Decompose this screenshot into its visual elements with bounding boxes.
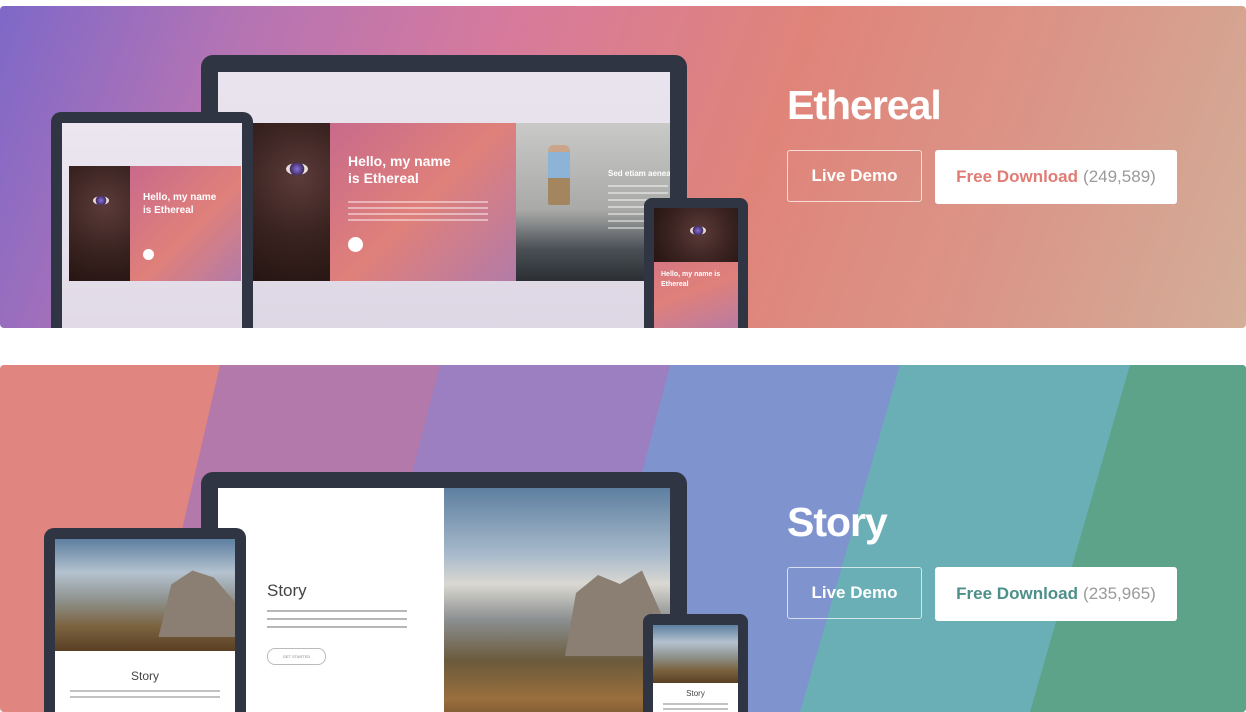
phone-landscape-image bbox=[653, 625, 738, 683]
download-label: Free Download bbox=[956, 167, 1079, 186]
tablet-next-icon bbox=[143, 249, 154, 260]
theme-title: Story bbox=[787, 499, 888, 545]
phone-eye-icon bbox=[690, 226, 706, 235]
tablet-mockup: Hello, my name is Ethereal bbox=[51, 112, 253, 328]
download-count: (235,965) bbox=[1083, 584, 1156, 603]
phone-headline: Hello, my name is Ethereal bbox=[661, 270, 720, 290]
laptop-screen: Hello, my name is Ethereal Sed etiam aen… bbox=[218, 72, 670, 328]
theme-title: Ethereal bbox=[787, 82, 942, 128]
tablet-headline: Hello, my name is Ethereal bbox=[143, 191, 216, 217]
eye-icon bbox=[286, 163, 308, 175]
preview-landscape-image bbox=[444, 488, 670, 712]
phone-mockup: Story bbox=[643, 614, 748, 712]
preview-headline: Hello, my name is Ethereal bbox=[348, 153, 451, 187]
theme-info-story: Story Live Demo Free Download (235,965) bbox=[787, 499, 1177, 621]
button-row: Live Demo Free Download (235,965) bbox=[787, 567, 1177, 621]
button-row: Live Demo Free Download (249,589) bbox=[787, 150, 1177, 204]
tablet-screen: Story bbox=[55, 539, 235, 712]
preview-text-lines bbox=[348, 201, 488, 225]
tablet-cliff-shape bbox=[158, 570, 235, 637]
free-download-button[interactable]: Free Download (249,589) bbox=[935, 150, 1177, 204]
preview-side-heading: Sed etiam aenea bbox=[608, 169, 670, 178]
phone-face-image bbox=[654, 208, 738, 262]
preview-headline-line2: is Ethereal bbox=[348, 170, 419, 186]
tablet-eye-icon bbox=[93, 196, 109, 205]
download-count: (249,589) bbox=[1083, 167, 1156, 186]
tablet-face-image bbox=[69, 166, 130, 281]
free-download-button[interactable]: Free Download (235,965) bbox=[935, 567, 1177, 621]
phone-body-text bbox=[663, 703, 728, 712]
download-label: Free Download bbox=[956, 584, 1079, 603]
phone-headline-line1: Hello, my name is bbox=[661, 271, 721, 278]
phone-mockup: Hello, my name is Ethereal bbox=[644, 198, 748, 328]
phone-heading: Story bbox=[686, 689, 705, 698]
theme-card-story: Story GET STARTED Story Story Story Live… bbox=[0, 365, 1246, 712]
tablet-headline-line2: is Ethereal bbox=[143, 205, 194, 216]
preview-next-icon bbox=[348, 237, 363, 252]
tablet-landscape-image bbox=[55, 539, 235, 651]
theme-card-ethereal: Hello, my name is Ethereal Sed etiam aen… bbox=[0, 6, 1246, 328]
live-demo-button[interactable]: Live Demo bbox=[787, 150, 922, 202]
preview-hero-panel: Hello, my name is Ethereal bbox=[330, 123, 516, 281]
preview-face-image bbox=[252, 123, 330, 281]
preview-heading: Story bbox=[267, 581, 307, 600]
get-started-button: GET STARTED bbox=[267, 648, 326, 665]
tablet-body-text bbox=[70, 690, 220, 702]
laptop-mockup: Story GET STARTED bbox=[201, 472, 687, 712]
tablet-screen: Hello, my name is Ethereal bbox=[62, 123, 242, 328]
tablet-mockup: Story bbox=[44, 528, 246, 712]
tablet-heading: Story bbox=[130, 669, 159, 683]
laptop-screen: Story GET STARTED bbox=[218, 488, 670, 712]
tablet-headline-line1: Hello, my name bbox=[143, 192, 217, 203]
laptop-mockup: Hello, my name is Ethereal Sed etiam aen… bbox=[201, 55, 687, 328]
preview-text-panel: Story GET STARTED bbox=[218, 488, 444, 712]
tablet-hero-panel: Hello, my name is Ethereal bbox=[130, 166, 241, 281]
preview-body-text bbox=[267, 610, 407, 634]
phone-screen: Hello, my name is Ethereal bbox=[654, 208, 738, 328]
get-started-label: GET STARTED bbox=[282, 654, 311, 659]
live-demo-button[interactable]: Live Demo bbox=[787, 567, 922, 619]
theme-info-ethereal: Ethereal Live Demo Free Download (249,58… bbox=[787, 82, 1177, 204]
phone-screen: Story bbox=[653, 625, 738, 712]
preview-headline-line1: Hello, my name bbox=[348, 153, 451, 169]
phone-headline-line2: Ethereal bbox=[661, 281, 689, 288]
person-figure bbox=[548, 145, 570, 205]
